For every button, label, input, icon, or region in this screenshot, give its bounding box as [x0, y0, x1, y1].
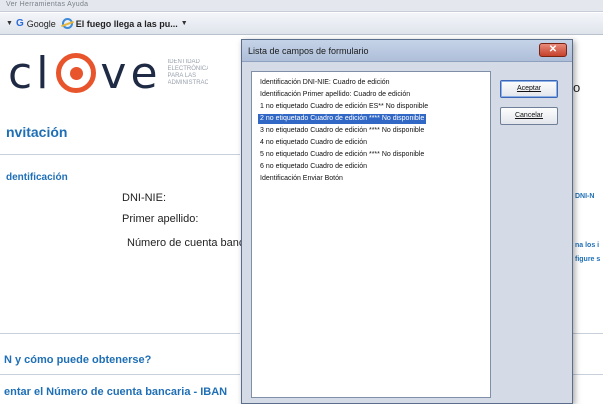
surname-label: Primer apellido: — [122, 213, 199, 225]
browser-menu-bar[interactable]: Ver Herramientas Ayuda — [0, 0, 603, 12]
favorites-bar: ▼ G Google El fuego llega a las pu... ▼ — [0, 13, 603, 35]
dni-label: DNI-NIE: — [122, 192, 166, 204]
logo-subtitle: IDENTIDAD ELECTRÓNICA PARA LAS ADMINISTR… — [167, 59, 208, 86]
page-title: nvitación — [6, 124, 68, 140]
logo-at-icon — [56, 53, 97, 93]
close-icon: ✕ — [548, 44, 558, 55]
list-item[interactable]: Identificación DNI-NIE: Cuadro de edició… — [258, 78, 392, 88]
favorite-article[interactable]: El fuego llega a las pu... ▼ — [61, 18, 188, 29]
list-item[interactable]: 1 no etiquetado Cuadro de edición ES** N… — [258, 102, 430, 112]
google-icon: G — [15, 18, 24, 29]
clave-logo: cl ve IDENTIDAD ELECTRÓNICA PARA LAS ADM… — [8, 47, 208, 99]
cancel-button[interactable]: Cancelar — [500, 107, 558, 125]
favorite-google[interactable]: ▼ G Google — [6, 18, 56, 29]
form-fields-list[interactable]: Identificación DNI-NIE: Cuadro de edició… — [251, 71, 491, 398]
list-item-selected[interactable]: 2 no etiquetado Cuadro de edición **** N… — [258, 114, 427, 124]
favorite-label: Google — [26, 18, 56, 29]
divider — [0, 154, 240, 155]
list-item[interactable]: 3 no etiquetado Cuadro de edición **** N… — [258, 126, 426, 136]
dropdown-arrow-icon[interactable]: ▼ — [181, 20, 188, 27]
right-link[interactable]: na los i — [575, 242, 599, 249]
divider — [573, 333, 603, 334]
list-item[interactable]: Identificación Primer apellido: Cuadro d… — [258, 90, 412, 100]
logo-text-right: ve — [100, 47, 162, 99]
divider — [573, 374, 603, 375]
ie-page-icon — [61, 18, 73, 29]
close-button[interactable]: ✕ — [539, 43, 567, 57]
faq-link[interactable]: N y cómo puede obtenerse? — [4, 354, 151, 366]
account-label: Número de cuenta bancaria — [127, 237, 243, 249]
list-item[interactable]: 5 no etiquetado Cuadro de edición **** N… — [258, 150, 426, 160]
dialog-titlebar[interactable]: Lista de campos de formulario — [242, 40, 572, 62]
list-item[interactable]: 6 no etiquetado Cuadro de edición — [258, 162, 369, 172]
right-link[interactable]: DNI-N — [575, 193, 594, 200]
logo-text-left: cl — [8, 47, 53, 99]
right-text: o — [573, 80, 581, 95]
dropdown-arrow-icon[interactable]: ▼ — [6, 20, 13, 27]
divider — [0, 374, 240, 375]
right-link[interactable]: figure s — [575, 256, 600, 263]
favorite-label: El fuego llega a las pu... — [75, 18, 178, 29]
form-fields-dialog: Lista de campos de formulario ✕ Identifi… — [241, 39, 573, 404]
section-title: dentificación — [6, 172, 68, 183]
list-item[interactable]: Identificación Enviar Botón — [258, 174, 345, 184]
dialog-title: Lista de campos de formulario — [248, 45, 369, 56]
accept-button[interactable]: Aceptar — [500, 80, 558, 98]
list-item[interactable]: 4 no etiquetado Cuadro de edición — [258, 138, 369, 148]
divider — [0, 333, 240, 334]
faq-link[interactable]: entar el Número de cuenta bancaria - IBA… — [4, 386, 244, 398]
